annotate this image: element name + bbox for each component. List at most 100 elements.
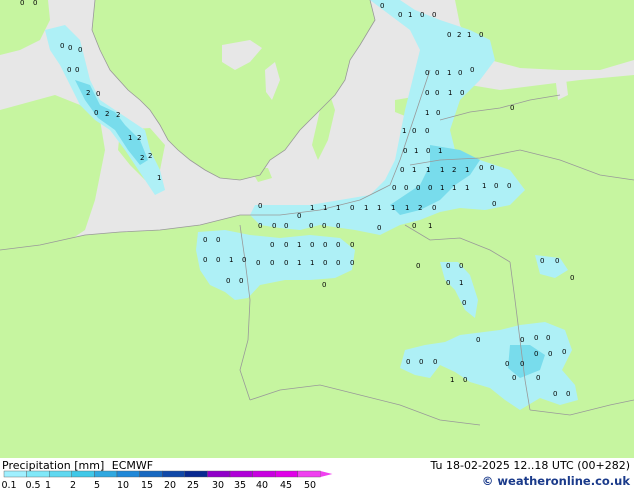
legend-tick-label: 2: [69, 480, 77, 491]
point-value: 0: [216, 256, 220, 264]
point-value: 0: [479, 31, 483, 39]
legend-tick-label: 0.1: [1, 480, 17, 491]
point-value: 0: [412, 222, 416, 230]
point-value: 1: [412, 166, 416, 174]
legend-swatch: [116, 470, 140, 478]
point-value: 1: [452, 184, 456, 192]
point-value: 0: [96, 90, 100, 98]
legend-swatch: [252, 470, 276, 478]
legend-tick-label: 0.5: [25, 480, 41, 491]
point-value: 0: [459, 262, 463, 270]
point-value: 2: [457, 31, 461, 39]
point-value: 0: [226, 277, 230, 285]
point-value: 1: [310, 259, 314, 267]
point-value: 1: [440, 184, 444, 192]
point-value: 0: [433, 358, 437, 366]
point-value: 0: [392, 184, 396, 192]
legend-tick-label: 30: [211, 480, 225, 491]
point-value: 0: [416, 184, 420, 192]
point-value: 0: [492, 200, 496, 208]
point-value: 0: [570, 274, 574, 282]
legend-tick-label: 10: [116, 480, 130, 491]
point-value: 0: [380, 2, 384, 10]
point-value: 0: [272, 222, 276, 230]
point-value: 0: [404, 184, 408, 192]
legend-swatch: [229, 470, 253, 478]
point-value: 0: [284, 259, 288, 267]
point-value: 1: [377, 204, 381, 212]
color-legend: [3, 470, 333, 478]
point-value: 2: [86, 89, 90, 97]
point-value: 0: [270, 259, 274, 267]
point-value: 0: [78, 46, 82, 54]
point-value: 1: [157, 174, 161, 182]
point-value: 0: [216, 236, 220, 244]
point-value: 0: [68, 44, 72, 52]
legend-tick-label: 15: [140, 480, 154, 491]
point-value: 1: [482, 182, 486, 190]
legend-swatch: [207, 470, 231, 478]
legend-tick-label: 25: [186, 480, 200, 491]
point-value: 1: [459, 279, 463, 287]
point-value: 1: [465, 184, 469, 192]
point-value: 0: [548, 350, 552, 358]
point-value: 0: [33, 0, 37, 7]
point-value: 0: [425, 127, 429, 135]
point-value: 0: [432, 11, 436, 19]
legend-swatch: [275, 470, 299, 478]
point-value: 0: [428, 184, 432, 192]
point-value: 1: [447, 69, 451, 77]
legend-swatch: [3, 470, 27, 478]
point-value: 1: [229, 256, 233, 264]
legend-tick-label: 40: [255, 480, 269, 491]
legend-tick-label: 35: [233, 480, 247, 491]
point-value: 0: [534, 350, 538, 358]
point-value: 2: [137, 134, 141, 142]
legend-tick-label: 50: [303, 480, 317, 491]
point-value: 1: [310, 204, 314, 212]
point-value: 0: [470, 66, 474, 74]
legend-swatch: [71, 470, 95, 478]
point-value: 0: [458, 69, 462, 77]
point-value: 0: [322, 222, 326, 230]
point-value: 1: [465, 166, 469, 174]
point-value: 0: [284, 222, 288, 230]
point-value: 0: [323, 241, 327, 249]
point-value: 0: [435, 69, 439, 77]
point-value: 0: [412, 127, 416, 135]
point-value: 1: [414, 147, 418, 155]
point-value: 0: [270, 241, 274, 249]
point-value: 0: [425, 69, 429, 77]
point-value: 0: [510, 104, 514, 112]
point-value: 0: [540, 257, 544, 265]
point-value: 0: [203, 256, 207, 264]
legend-swatch: [94, 470, 118, 478]
point-value: 0: [67, 66, 71, 74]
point-value: 0: [20, 0, 24, 7]
legend-swatch: [139, 470, 163, 478]
point-value: 0: [420, 11, 424, 19]
point-value: 0: [322, 281, 326, 289]
point-value: 1: [438, 147, 442, 155]
point-value: 0: [350, 241, 354, 249]
legend-arrow: [320, 471, 333, 477]
legend-swatch: [161, 470, 185, 478]
point-value: 1: [448, 89, 452, 97]
point-value: 0: [258, 202, 262, 210]
point-value: 0: [432, 204, 436, 212]
point-value: 0: [203, 236, 207, 244]
point-value: 0: [460, 89, 464, 97]
point-value: 1: [467, 31, 471, 39]
point-value: 0: [479, 164, 483, 172]
point-value: 0: [242, 256, 246, 264]
legend-swatch: [49, 470, 73, 478]
point-value: 0: [490, 164, 494, 172]
point-value: 0: [419, 358, 423, 366]
point-value: 1: [128, 134, 132, 142]
legend-tick-label: 5: [93, 480, 101, 491]
point-value: 1: [450, 376, 454, 384]
point-value: 0: [476, 336, 480, 344]
point-value: 0: [336, 222, 340, 230]
point-value: 0: [520, 360, 524, 368]
credit-link[interactable]: © weatheronline.co.uk: [482, 474, 630, 488]
